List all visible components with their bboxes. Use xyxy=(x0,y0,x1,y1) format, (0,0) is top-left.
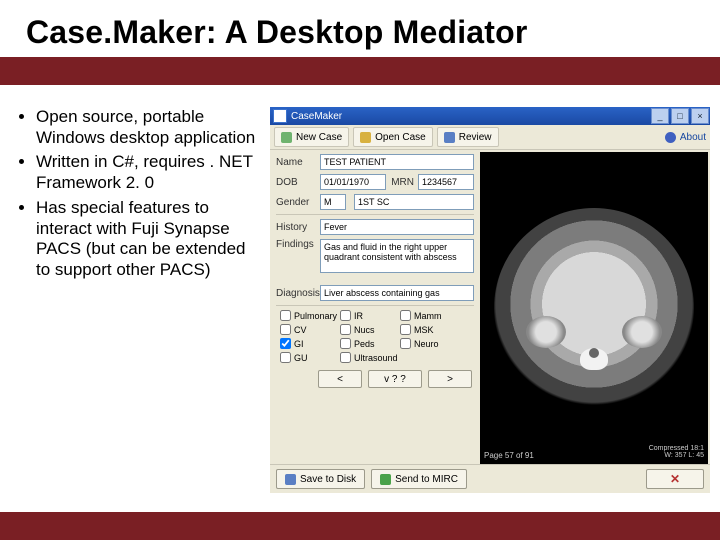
about-button[interactable]: About xyxy=(665,132,706,143)
casemaker-app-window: CaseMaker _ □ × New Case Open Case xyxy=(270,107,710,495)
image-meta: W: 357 L: 45 xyxy=(649,452,704,460)
category-checkbox[interactable]: MSK xyxy=(400,324,460,335)
checkbox-input[interactable] xyxy=(280,310,291,321)
category-label: GI xyxy=(294,339,304,349)
category-label: GU xyxy=(294,353,308,363)
ct-structure xyxy=(622,316,662,348)
close-button[interactable]: × xyxy=(691,108,709,124)
location-field[interactable]: 1ST SC xyxy=(354,194,474,210)
bullet-item: Has special features to interact with Fu… xyxy=(36,198,264,281)
open-case-button[interactable]: Open Case xyxy=(353,127,433,147)
send-mirc-button[interactable]: Send to MIRC xyxy=(371,469,467,489)
image-meta: Compressed 18:1 xyxy=(649,445,704,453)
ct-structure xyxy=(526,316,566,348)
new-case-label: New Case xyxy=(296,132,342,143)
new-case-icon xyxy=(281,132,292,143)
category-label: CV xyxy=(294,325,307,335)
toolbar: New Case Open Case Review About xyxy=(270,125,710,150)
window-title: CaseMaker xyxy=(291,111,342,122)
category-checkbox[interactable]: IR xyxy=(340,310,400,321)
category-label: MSK xyxy=(414,325,434,335)
category-label: Nucs xyxy=(354,325,375,335)
window-titlebar[interactable]: CaseMaker _ □ × xyxy=(270,107,710,125)
history-label: History xyxy=(276,222,320,233)
checkbox-input[interactable] xyxy=(400,324,411,335)
about-icon xyxy=(665,132,676,143)
checkbox-input[interactable] xyxy=(340,324,351,335)
divider xyxy=(276,305,474,306)
category-grid: Pulmonary IR Mamm CV Nucs MSK GI Peds Neuro GU Ult… xyxy=(280,310,474,366)
findings-field[interactable]: Gas and fluid in the right upper quadran… xyxy=(320,239,474,273)
divider xyxy=(276,214,474,215)
category-label: IR xyxy=(354,311,363,321)
new-case-button[interactable]: New Case xyxy=(274,127,349,147)
review-label: Review xyxy=(459,132,492,143)
send-mirc-label: Send to MIRC xyxy=(395,474,458,485)
category-checkbox[interactable]: Mamm xyxy=(400,310,460,321)
open-case-label: Open Case xyxy=(375,132,426,143)
checkbox-input[interactable] xyxy=(400,310,411,321)
dob-label: DOB xyxy=(276,177,320,188)
image-viewer[interactable]: Page 57 of 91 Compressed 18:1 W: 357 L: … xyxy=(480,152,708,464)
mrn-label: MRN xyxy=(386,177,414,188)
disk-icon xyxy=(285,474,296,485)
diagnosis-label: Diagnosis xyxy=(276,288,320,299)
mrn-field[interactable]: 1234567 xyxy=(418,174,474,190)
category-checkbox[interactable]: Peds xyxy=(340,338,400,349)
save-disk-button[interactable]: Save to Disk xyxy=(276,469,365,489)
about-label: About xyxy=(680,132,706,143)
category-checkbox[interactable]: GU xyxy=(280,352,340,363)
case-form: Name TEST PATIENT DOB 01/01/1970 MRN 123… xyxy=(270,150,480,464)
bullet-item: Open source, portable Windows desktop ap… xyxy=(36,107,264,148)
checkbox-input[interactable] xyxy=(280,324,291,335)
gender-label: Gender xyxy=(276,197,320,208)
diagnosis-field[interactable]: Liver abscess containing gas xyxy=(320,285,474,301)
review-button[interactable]: Review xyxy=(437,127,499,147)
category-checkbox[interactable]: Pulmonary xyxy=(280,310,340,321)
save-disk-label: Save to Disk xyxy=(300,474,356,485)
name-label: Name xyxy=(276,157,320,168)
category-label: Ultrasound xyxy=(354,353,398,363)
category-label: Pulmonary xyxy=(294,311,337,321)
status-bar: Save to Disk Send to MIRC ✕ xyxy=(270,464,710,493)
bullets: Open source, portable Windows desktop ap… xyxy=(18,107,264,495)
accent-bar xyxy=(0,57,720,85)
slide-title: Case.Maker: A Desktop Mediator xyxy=(0,0,720,57)
footer-bar xyxy=(0,512,720,540)
category-checkbox[interactable]: Neuro xyxy=(400,338,460,349)
category-checkbox[interactable]: Ultrasound xyxy=(340,352,400,363)
gender-field[interactable]: M xyxy=(320,194,346,210)
maximize-button[interactable]: □ xyxy=(671,108,689,124)
nav-next-button[interactable]: > xyxy=(428,370,472,388)
mirc-icon xyxy=(380,474,391,485)
checkbox-input[interactable] xyxy=(280,338,291,349)
category-checkbox[interactable]: Nucs xyxy=(340,324,400,335)
findings-label: Findings xyxy=(276,239,320,250)
checkbox-input[interactable] xyxy=(340,338,351,349)
nav-prev-button[interactable]: < xyxy=(318,370,362,388)
category-label: Peds xyxy=(354,339,375,349)
dob-field[interactable]: 01/01/1970 xyxy=(320,174,386,190)
checkbox-input[interactable] xyxy=(400,338,411,349)
checkbox-input[interactable] xyxy=(280,352,291,363)
checkbox-input[interactable] xyxy=(340,310,351,321)
app-icon xyxy=(273,109,287,123)
name-field[interactable]: TEST PATIENT xyxy=(320,154,474,170)
checkbox-input[interactable] xyxy=(340,352,351,363)
review-icon xyxy=(444,132,455,143)
ct-scan-image xyxy=(494,208,694,408)
nav-mid-button[interactable]: v ? ? xyxy=(368,370,422,388)
minimize-button[interactable]: _ xyxy=(651,108,669,124)
open-case-icon xyxy=(360,132,371,143)
category-label: Neuro xyxy=(414,339,439,349)
category-checkbox[interactable]: CV xyxy=(280,324,340,335)
category-checkbox[interactable]: GI xyxy=(280,338,340,349)
history-field[interactable]: Fever xyxy=(320,219,474,235)
bullet-item: Written in C#, requires . NET Framework … xyxy=(36,152,264,193)
category-label: Mamm xyxy=(414,311,442,321)
page-indicator: Page 57 of 91 xyxy=(484,451,534,460)
cancel-button[interactable]: ✕ xyxy=(646,469,704,489)
